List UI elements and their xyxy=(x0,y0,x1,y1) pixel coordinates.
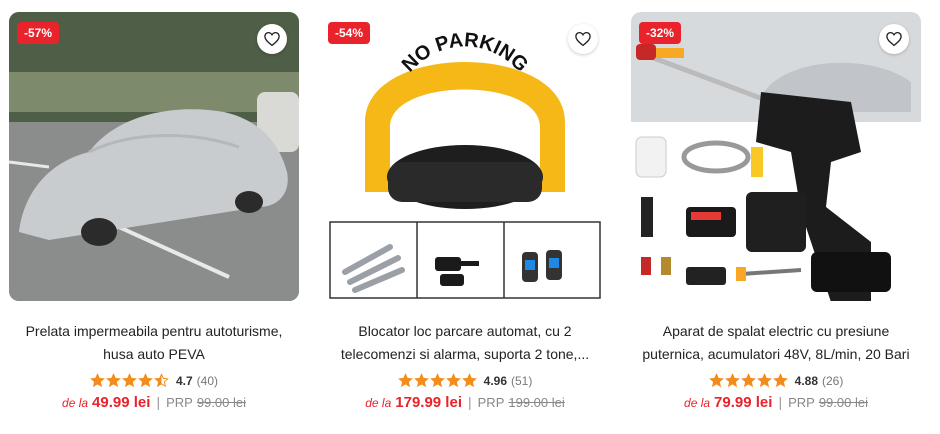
review-count: (26) xyxy=(822,373,844,388)
price-row: de la 79.99 lei | PRP 99.00 lei xyxy=(631,394,921,411)
product-title-link[interactable]: Blocator loc parcare automat, cu 2 telec… xyxy=(320,320,610,366)
discount-badge: -32% xyxy=(639,22,682,44)
star-icon xyxy=(724,373,740,388)
star-icon xyxy=(429,373,445,388)
favorite-button[interactable] xyxy=(257,24,287,54)
prp-label: PRP xyxy=(166,395,193,410)
rating-score: 4.96 xyxy=(483,373,507,388)
price-separator: | xyxy=(156,394,161,410)
title-line: puternica, acumulatori 48V, 8L/min, 20 B… xyxy=(642,346,910,362)
rating-score: 4.7 xyxy=(175,373,193,388)
rating: 4.7 (40) xyxy=(9,373,299,388)
rating-score: 4.88 xyxy=(794,373,818,388)
title-line: husa auto PEVA xyxy=(103,346,205,362)
car-cover-image[interactable]: -57% xyxy=(9,12,299,301)
price-separator: | xyxy=(778,394,783,410)
price-row: de la 179.99 lei | PRP 199.00 lei xyxy=(320,394,610,411)
price-prefix: de la xyxy=(684,396,711,410)
price-row: de la 49.99 lei | PRP 99.00 lei xyxy=(9,394,299,411)
star-icon xyxy=(413,373,429,388)
current-price: 49.99 lei xyxy=(92,394,151,411)
title-line: Blocator loc parcare automat, cu 2 xyxy=(358,323,572,339)
heart-icon xyxy=(575,31,591,47)
discount-badge: -54% xyxy=(328,22,371,44)
product-title-link[interactable]: Aparat de spalat electric cu presiune pu… xyxy=(631,320,921,366)
title-line: Prelata impermeabila pentru autoturisme, xyxy=(25,323,283,339)
review-count: (51) xyxy=(511,373,533,388)
star-rating xyxy=(90,373,169,388)
star-icon xyxy=(90,373,105,388)
pressure-washer-image[interactable]: -32% xyxy=(631,12,921,301)
discount-badge: -57% xyxy=(17,22,60,44)
heart-icon xyxy=(264,31,280,47)
old-price: 99.00 lei xyxy=(196,395,246,410)
star-icon xyxy=(154,373,169,388)
favorite-button[interactable] xyxy=(879,24,909,54)
rating: 4.96 (51) xyxy=(320,373,610,388)
old-price: 99.00 lei xyxy=(818,395,868,410)
price-separator: | xyxy=(468,394,472,410)
star-icon xyxy=(740,373,756,388)
prp-label: PRP xyxy=(477,395,505,410)
current-price: 79.99 lei xyxy=(714,394,773,411)
product-card[interactable]: -57% Prelata impermeabila pentru autotur… xyxy=(9,12,299,422)
rating: 4.88 (26) xyxy=(631,373,921,388)
star-icon xyxy=(461,373,477,388)
star-icon xyxy=(756,373,772,388)
price-prefix: de la xyxy=(365,396,392,410)
star-icon xyxy=(708,373,724,388)
star-icon xyxy=(772,373,788,388)
heart-icon xyxy=(886,31,902,47)
star-icon xyxy=(138,373,153,388)
product-card[interactable]: -32% Aparat de spalat electric cu presiu… xyxy=(631,12,921,422)
star-icon xyxy=(445,373,461,388)
star-icon xyxy=(106,373,121,388)
price-prefix: de la xyxy=(62,396,89,410)
product-card[interactable]: NO PARKING -54% Blocator loc parcare aut… xyxy=(320,12,610,422)
current-price: 179.99 lei xyxy=(395,394,462,411)
product-title-link[interactable]: Prelata impermeabila pentru autoturisme,… xyxy=(9,320,299,366)
old-price: 199.00 lei xyxy=(508,395,565,410)
title-line: Aparat de spalat electric cu presiune xyxy=(662,323,890,339)
parking-blocker-image[interactable]: NO PARKING -54% xyxy=(320,12,610,301)
star-icon xyxy=(397,373,413,388)
star-icon xyxy=(122,373,137,388)
star-rating xyxy=(397,373,477,388)
review-count: (40) xyxy=(196,373,219,388)
favorite-button[interactable] xyxy=(568,24,598,54)
star-rating xyxy=(708,373,788,388)
prp-label: PRP xyxy=(788,395,815,410)
title-line: telecomenzi si alarma, suporta 2 tone,..… xyxy=(340,346,590,362)
